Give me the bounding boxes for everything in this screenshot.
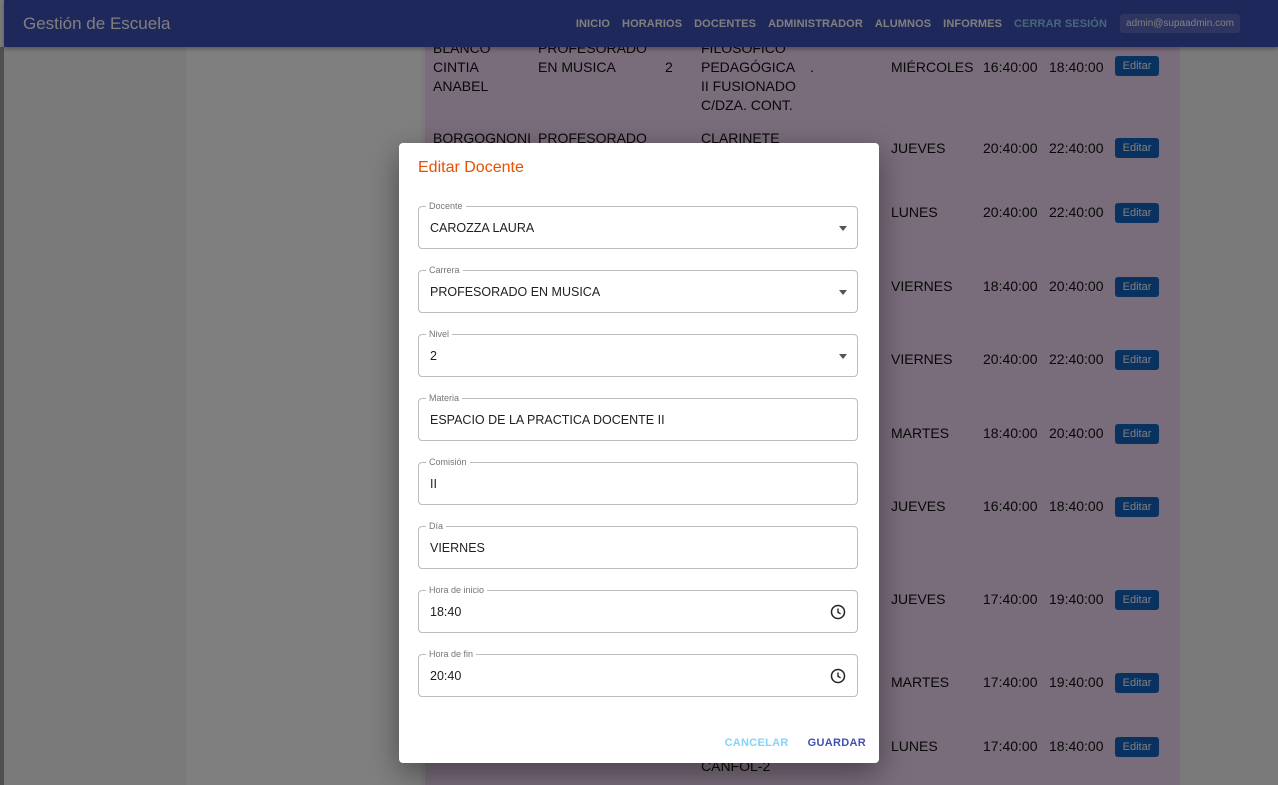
cancel-button[interactable]: CANCELAR bbox=[725, 737, 789, 749]
materia-field[interactable]: Materia ESPACIO DE LA PRACTICA DOCENTE I… bbox=[418, 392, 858, 441]
field-value: II bbox=[430, 477, 437, 491]
nivel-select[interactable]: Nivel 2 bbox=[418, 328, 858, 377]
field-value: 18:40 bbox=[430, 605, 462, 619]
field-label: Hora de fin bbox=[426, 648, 477, 660]
field-label: Comisión bbox=[426, 456, 470, 468]
dropdown-arrow-icon bbox=[839, 226, 847, 231]
save-button[interactable]: GUARDAR bbox=[808, 737, 866, 749]
dropdown-arrow-icon bbox=[839, 290, 847, 295]
field-label: Hora de inicio bbox=[426, 584, 488, 596]
field-value: VIERNES bbox=[430, 541, 485, 555]
carrera-select[interactable]: Carrera PROFESORADO EN MUSICA bbox=[418, 264, 858, 313]
dia-field[interactable]: Día VIERNES bbox=[418, 520, 858, 569]
clock-icon[interactable] bbox=[830, 604, 846, 620]
edit-docente-dialog: Editar Docente Docente CAROZZA LAURA Car… bbox=[399, 143, 879, 763]
field-label: Docente bbox=[426, 200, 466, 212]
field-value: PROFESORADO EN MUSICA bbox=[430, 285, 601, 299]
field-value: 2 bbox=[430, 349, 437, 363]
field-label: Día bbox=[426, 520, 447, 532]
field-value: CAROZZA LAURA bbox=[430, 221, 535, 235]
field-value: 20:40 bbox=[430, 669, 462, 683]
field-label: Carrera bbox=[426, 264, 463, 276]
dialog-title: Editar Docente bbox=[418, 159, 524, 176]
comision-field[interactable]: Comisión II bbox=[418, 456, 858, 505]
dialog-actions: CANCELAR GUARDAR bbox=[706, 737, 866, 749]
dropdown-arrow-icon bbox=[839, 354, 847, 359]
hora-fin-field[interactable]: Hora de fin 20:40 bbox=[418, 648, 858, 697]
field-label: Materia bbox=[426, 392, 463, 404]
clock-icon[interactable] bbox=[830, 668, 846, 684]
hora-inicio-field[interactable]: Hora de inicio 18:40 bbox=[418, 584, 858, 633]
field-value: ESPACIO DE LA PRACTICA DOCENTE II bbox=[430, 413, 665, 427]
docente-select[interactable]: Docente CAROZZA LAURA bbox=[418, 200, 858, 249]
field-label: Nivel bbox=[426, 328, 453, 340]
